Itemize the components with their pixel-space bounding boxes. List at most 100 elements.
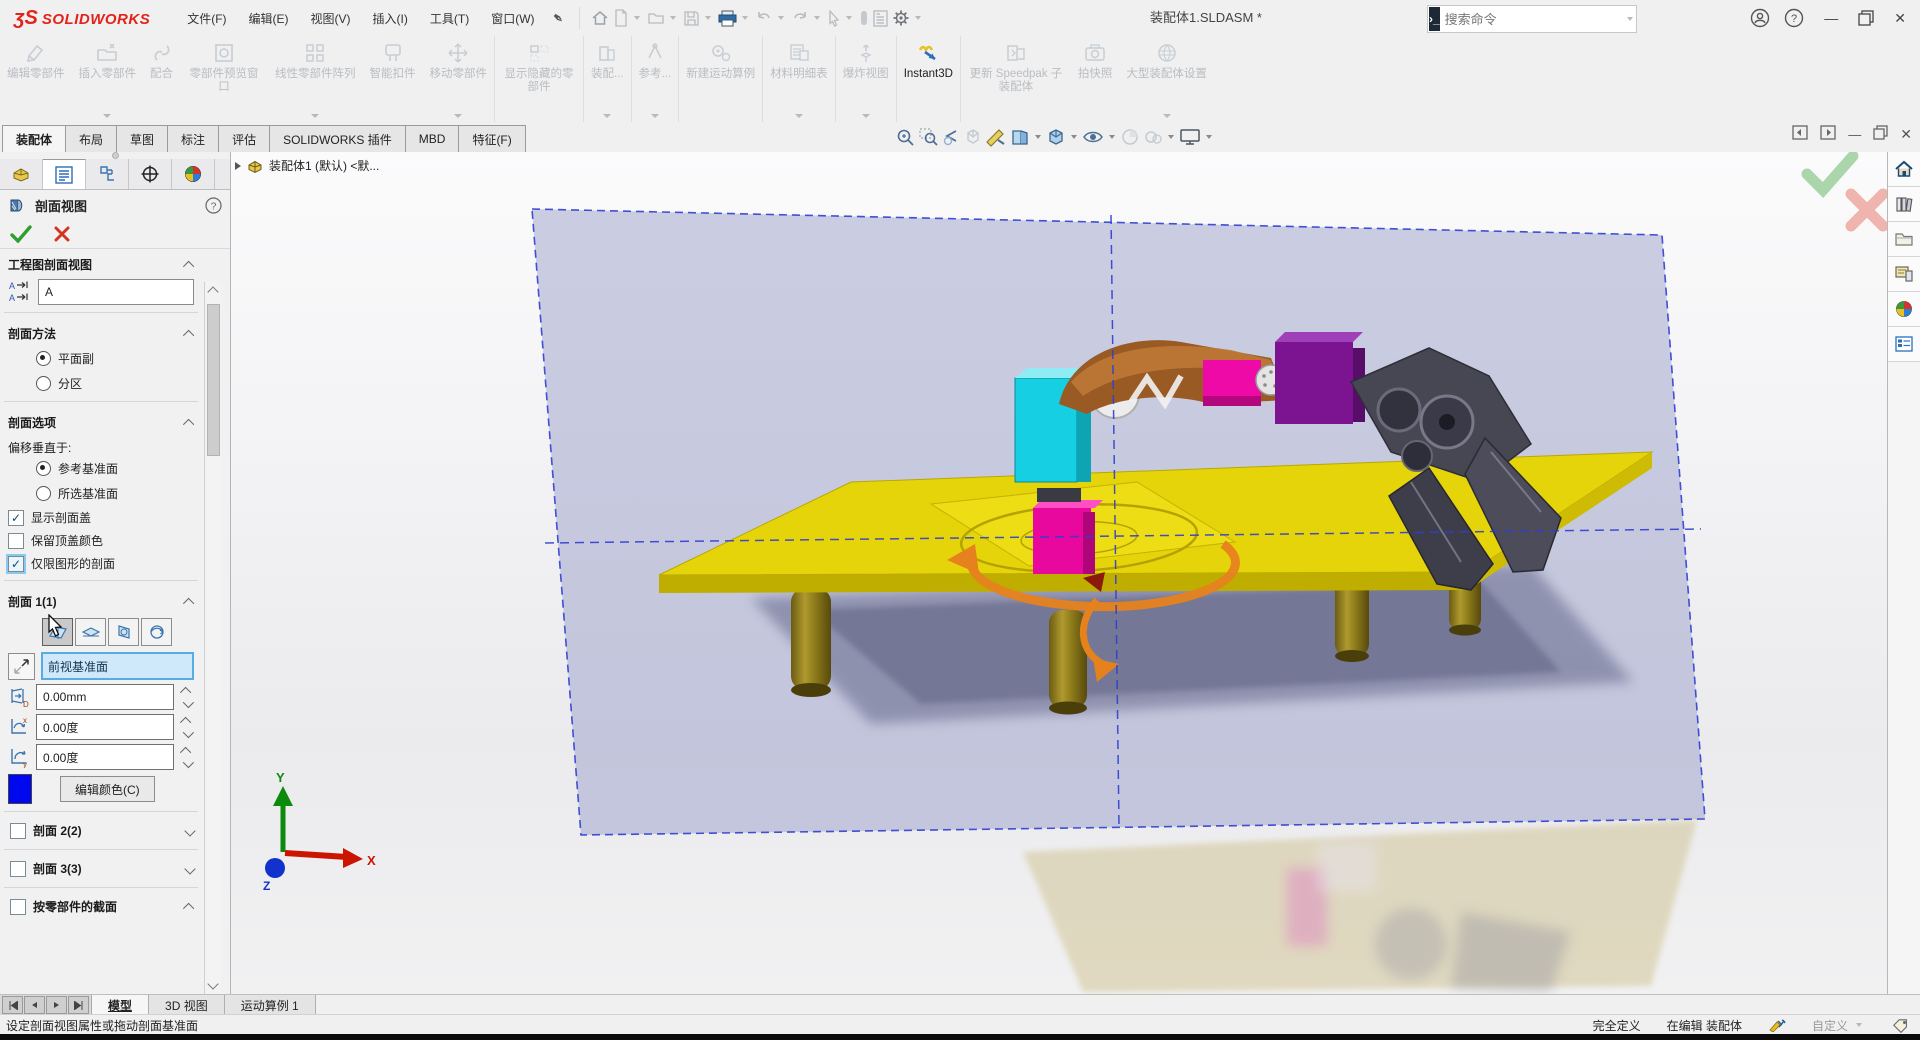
section-caret[interactable]	[1035, 135, 1041, 139]
close-button[interactable]: ✕	[1888, 10, 1912, 27]
radio-button[interactable]	[36, 461, 51, 476]
next-window-icon[interactable]	[1820, 125, 1836, 143]
rotation-x-spinner[interactable]	[180, 717, 194, 738]
panel-help-icon[interactable]: ?	[205, 197, 222, 214]
offset-distance-input[interactable]: 0.00mm	[36, 684, 174, 710]
edit-appearance-icon[interactable]	[1120, 127, 1140, 147]
assembly-features-caret[interactable]	[603, 114, 611, 118]
cancel-x-icon[interactable]	[54, 226, 70, 242]
panel-splitter-handle[interactable]	[0, 152, 230, 159]
tab-model[interactable]: 模型	[92, 995, 149, 1015]
ribbon-assembly-features[interactable]: 装配...	[583, 36, 631, 122]
radio-planar[interactable]: 平面副	[0, 346, 202, 371]
redo-icon[interactable]	[790, 8, 810, 28]
exploded-view-caret[interactable]	[862, 114, 870, 118]
per-component-row[interactable]: 按零部件的截面	[0, 893, 202, 920]
section-tool-icon[interactable]	[985, 127, 1007, 147]
section-name-input[interactable]: A	[38, 279, 194, 305]
custom-caret[interactable]	[1856, 1023, 1862, 1027]
radio-zonal[interactable]: 分区	[0, 371, 202, 396]
ribbon-bom[interactable]: 材料明细表	[762, 36, 835, 122]
ribbon-show-hidden[interactable]: 显示隐藏的零部件	[494, 36, 583, 122]
taskpane-design-library[interactable]	[1888, 187, 1920, 222]
top-plane-button[interactable]	[75, 618, 106, 646]
select-arrow-icon[interactable]	[826, 8, 842, 29]
radio-reference-plane[interactable]: 参考基准面	[0, 456, 202, 481]
minimize-button[interactable]: —	[1818, 10, 1844, 26]
collapse-chevron-icon[interactable]	[183, 902, 194, 913]
graphics-area[interactable]: Y X Z 装配体1 (默认) <默...	[231, 152, 1888, 994]
ribbon-new-motion-study[interactable]: 新建运动算例	[678, 36, 762, 122]
previous-view-icon[interactable]	[941, 127, 961, 147]
display-style-icon[interactable]	[1046, 127, 1066, 147]
group-drawing-section-view[interactable]: 工程图剖面视图	[0, 249, 202, 277]
save-icon[interactable]	[682, 8, 701, 29]
open-icon[interactable]	[646, 8, 666, 28]
expand-tree-icon[interactable]	[235, 162, 241, 170]
right-plane-button[interactable]	[108, 618, 139, 646]
doc-restore-icon[interactable]	[1873, 125, 1888, 143]
edit-color-button[interactable]: 编辑颜色(C)	[60, 776, 155, 802]
hide-show-caret[interactable]	[1109, 135, 1115, 139]
open-caret[interactable]	[670, 16, 676, 20]
status-custom-dropdown[interactable]: 自定义	[1812, 1017, 1866, 1034]
ribbon-instant3d[interactable]: Instant3D	[896, 36, 960, 122]
menu-file[interactable]: 文件(F)	[176, 6, 237, 31]
ribbon-insert-component[interactable]: 插入零部件	[72, 36, 144, 122]
checkbox-show-section-cap[interactable]: ✓显示剖面盖	[0, 506, 202, 529]
tab-dimxpert-manager[interactable]	[129, 159, 172, 189]
tab-markup[interactable]: 标注	[167, 125, 219, 152]
checkbox[interactable]: ✓	[8, 510, 24, 526]
large-assembly-caret[interactable]	[1163, 114, 1171, 118]
view-settings-icon[interactable]	[1179, 127, 1201, 147]
tab-configuration-manager[interactable]	[86, 159, 129, 189]
scroll-thumb[interactable]	[207, 304, 220, 456]
flyout-feature-tree[interactable]: 装配体1 (默认) <默...	[235, 157, 379, 174]
ribbon-take-snapshot[interactable]: 拍快照	[1071, 36, 1120, 122]
move-component-caret[interactable]	[454, 114, 462, 118]
tag-icon[interactable]	[1892, 1018, 1910, 1033]
ribbon-smart-fasteners[interactable]: 智能扣件	[363, 36, 423, 122]
ok-check-icon[interactable]	[10, 225, 32, 243]
tab-3d-views[interactable]: 3D 视图	[149, 995, 225, 1015]
bom-caret[interactable]	[795, 114, 803, 118]
menu-tools[interactable]: 工具(T)	[419, 6, 480, 31]
checkbox[interactable]: ✓	[8, 556, 24, 572]
taskpane-home[interactable]	[1888, 152, 1920, 187]
section2-row[interactable]: 剖面 2(2)	[0, 817, 202, 844]
rotation-y-spinner[interactable]	[180, 747, 194, 768]
first-tab-button[interactable]	[2, 996, 23, 1014]
checkbox[interactable]	[10, 861, 26, 877]
rotation-y-input[interactable]: 0.00度	[36, 744, 174, 770]
radio-button[interactable]	[36, 376, 51, 391]
search-input[interactable]	[1441, 12, 1625, 27]
flip-section-button[interactable]	[141, 618, 172, 646]
expand-chevron-icon[interactable]	[184, 863, 195, 874]
tab-addins[interactable]: SOLIDWORKS 插件	[269, 125, 406, 152]
checkbox-graphics-only-section[interactable]: ✓仅限图形的剖面	[0, 552, 202, 575]
previous-window-icon[interactable]	[1792, 125, 1808, 143]
zoom-area-icon[interactable]	[918, 127, 938, 147]
insert-component-caret[interactable]	[103, 114, 111, 118]
tab-assembly[interactable]: 装配体	[2, 125, 66, 152]
menu-edit[interactable]: 编辑(E)	[238, 6, 300, 31]
account-icon[interactable]	[1750, 8, 1770, 28]
last-tab-button[interactable]	[68, 996, 89, 1014]
reverse-direction-button[interactable]	[8, 653, 35, 680]
ribbon-reference-geometry[interactable]: 参考...	[631, 36, 679, 122]
doc-minimize-icon[interactable]: —	[1848, 127, 1861, 142]
panel-scrollbar[interactable]	[204, 282, 221, 994]
gear-caret[interactable]	[915, 16, 921, 20]
save-caret[interactable]	[705, 16, 711, 20]
taskpane-appearances[interactable]	[1888, 292, 1920, 327]
ribbon-move-component[interactable]: 移动零部件	[423, 36, 495, 122]
next-tab-button[interactable]	[46, 996, 67, 1014]
linear-pattern-caret[interactable]	[311, 114, 319, 118]
apply-scene-book-icon[interactable]	[1010, 127, 1030, 147]
ribbon-edit-component[interactable]: 编辑零部件	[0, 36, 72, 122]
ribbon-component-preview[interactable]: 零部件预览窗口	[180, 36, 268, 122]
radio-button[interactable]	[36, 351, 51, 366]
radio-selected-plane[interactable]: 所选基准面	[0, 481, 202, 506]
tab-features[interactable]: 特征(F)	[458, 125, 525, 152]
undo-caret[interactable]	[778, 16, 784, 20]
